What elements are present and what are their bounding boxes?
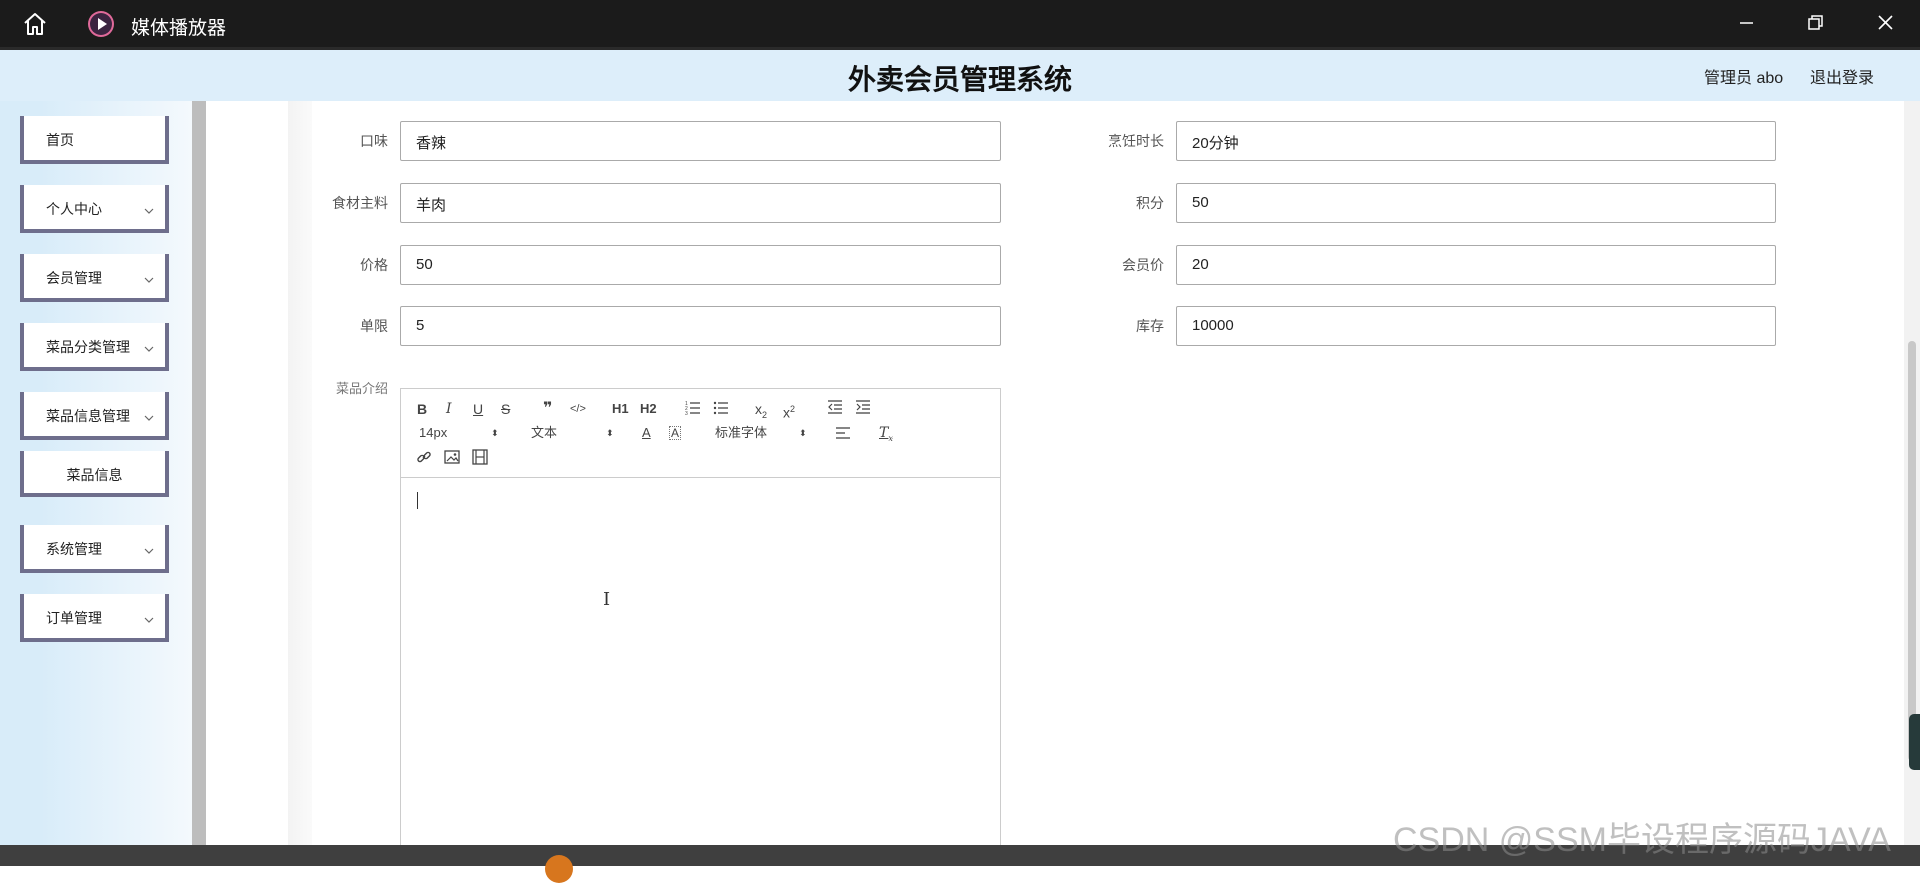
sidebar-item-label: 个人中心 xyxy=(46,201,102,217)
font-family-select-arrows-icon: ⬍ xyxy=(799,428,807,438)
editor-content-area[interactable] xyxy=(401,478,1000,866)
bold-icon[interactable]: B xyxy=(417,399,427,419)
chevron-down-icon xyxy=(144,542,154,554)
font-family-select[interactable]: 标准字体 xyxy=(715,423,767,443)
sidebar-subitem-dish-info[interactable]: 菜品信息 xyxy=(20,451,169,497)
ingredients-label: 食材主料 xyxy=(332,195,388,211)
blockquote-icon[interactable]: ❞ xyxy=(543,399,552,419)
ordered-list-icon[interactable]: 123 xyxy=(685,399,701,419)
price-input[interactable]: 50 xyxy=(400,245,1001,285)
sidebar-item-label: 菜品信息 xyxy=(66,467,123,483)
stock-input[interactable]: 10000 xyxy=(1176,306,1776,346)
image-icon[interactable] xyxy=(444,449,460,469)
svg-text:3: 3 xyxy=(685,411,688,415)
italic-icon[interactable]: I xyxy=(446,399,452,419)
chevron-down-icon xyxy=(144,202,154,214)
stock-label: 库存 xyxy=(1136,318,1164,334)
clear-format-icon[interactable]: Tx xyxy=(879,423,893,443)
taste-input[interactable]: 香辣 xyxy=(400,121,1001,161)
strikethrough-icon[interactable]: S xyxy=(501,399,510,419)
logout-link[interactable]: 退出登录 xyxy=(1810,64,1874,88)
seek-handle[interactable] xyxy=(545,855,573,883)
restore-icon[interactable] xyxy=(1800,10,1830,36)
outdent-icon[interactable] xyxy=(827,399,843,419)
sidebar-item-personal-center[interactable]: 个人中心 xyxy=(20,185,169,233)
member-price-input[interactable]: 20 xyxy=(1176,245,1776,285)
chevron-down-icon xyxy=(144,340,154,352)
sidebar-item-dish-category-management[interactable]: 菜品分类管理 xyxy=(20,323,169,371)
scrollbar-thumb[interactable] xyxy=(1908,341,1916,761)
sidebar-item-home[interactable]: 首页 xyxy=(20,116,169,164)
limit-input[interactable]: 5 xyxy=(400,306,1001,346)
sidebar-item-label: 会员管理 xyxy=(46,270,102,286)
sidebar-item-order-management[interactable]: 订单管理 xyxy=(20,594,169,642)
sidebar-item-label: 首页 xyxy=(46,132,74,148)
points-label: 积分 xyxy=(1136,195,1164,211)
chevron-down-icon xyxy=(144,409,154,421)
app-title: 媒体播放器 xyxy=(131,18,227,39)
superscript-icon[interactable]: x2 xyxy=(783,399,795,421)
sidebar-item-dish-info-management[interactable]: 菜品信息管理 xyxy=(20,392,169,440)
app-header: 外卖会员管理系统 管理员 abo 退出登录 xyxy=(0,47,1920,101)
font-color-icon[interactable]: A xyxy=(642,423,651,443)
admin-label: 管理员 abo xyxy=(1704,70,1784,87)
watermark: CSDN @SSM毕设程序源码JAVA xyxy=(1393,821,1891,859)
background-color-icon[interactable]: A xyxy=(669,426,682,440)
bullet-list-icon[interactable] xyxy=(713,399,729,419)
intro-label: 菜品介绍 xyxy=(335,381,388,396)
link-icon[interactable] xyxy=(416,449,432,469)
indent-icon[interactable] xyxy=(855,399,871,419)
align-icon[interactable] xyxy=(835,425,851,445)
sidebar-item-label: 菜品信息管理 xyxy=(46,408,130,424)
rich-text-editor: B I U S ❞ </> H1 H2 123 x2 x2 14px ⬍ 文本 … xyxy=(400,388,1001,866)
ibeam-cursor-icon: I xyxy=(603,589,611,610)
sidebar-item-system-management[interactable]: 系统管理 xyxy=(20,525,169,573)
content-scrollbar[interactable] xyxy=(1904,101,1920,866)
side-panel-grip[interactable] xyxy=(1909,714,1920,770)
sidebar-item-label: 订单管理 xyxy=(46,610,102,626)
video-icon[interactable] xyxy=(472,449,488,469)
home-icon[interactable] xyxy=(22,11,48,37)
sidebar-item-member-management[interactable]: 会员管理 xyxy=(20,254,169,302)
chevron-down-icon xyxy=(144,611,154,623)
heading2-icon[interactable]: H2 xyxy=(640,399,657,419)
media-player-titlebar: 媒体播放器 xyxy=(0,0,1920,47)
format-select-arrows-icon: ⬍ xyxy=(606,428,614,438)
sidebar-item-label: 系统管理 xyxy=(46,541,102,557)
sidebar-scrollbar[interactable] xyxy=(192,101,206,866)
taste-label: 口味 xyxy=(360,133,388,149)
media-player-logo-icon xyxy=(87,10,115,38)
member-price-label: 会员价 xyxy=(1122,257,1164,273)
heading1-icon[interactable]: H1 xyxy=(612,399,629,419)
limit-label: 单限 xyxy=(360,318,388,334)
editor-toolbar: B I U S ❞ </> H1 H2 123 x2 x2 14px ⬍ 文本 … xyxy=(401,389,1000,478)
cook-time-input[interactable]: 20分钟 xyxy=(1176,121,1776,161)
points-input[interactable]: 50 xyxy=(1176,183,1776,223)
code-block-icon[interactable]: </> xyxy=(570,399,586,419)
subscript-icon[interactable]: x2 xyxy=(755,399,767,420)
font-size-select[interactable]: 14px xyxy=(419,423,447,443)
close-icon[interactable] xyxy=(1870,10,1900,36)
cook-time-label: 烹饪时长 xyxy=(1108,133,1164,149)
minimize-icon[interactable] xyxy=(1731,10,1761,36)
sidebar-item-label: 菜品分类管理 xyxy=(46,339,130,355)
chevron-down-icon xyxy=(144,271,154,283)
text-caret xyxy=(417,492,418,509)
system-title: 外卖会员管理系统 xyxy=(847,64,1072,95)
ingredients-input[interactable]: 羊肉 xyxy=(400,183,1001,223)
font-size-select-arrows-icon: ⬍ xyxy=(491,428,499,438)
underline-icon[interactable]: U xyxy=(473,399,483,419)
price-label: 价格 xyxy=(360,257,388,273)
format-select[interactable]: 文本 xyxy=(531,423,557,443)
